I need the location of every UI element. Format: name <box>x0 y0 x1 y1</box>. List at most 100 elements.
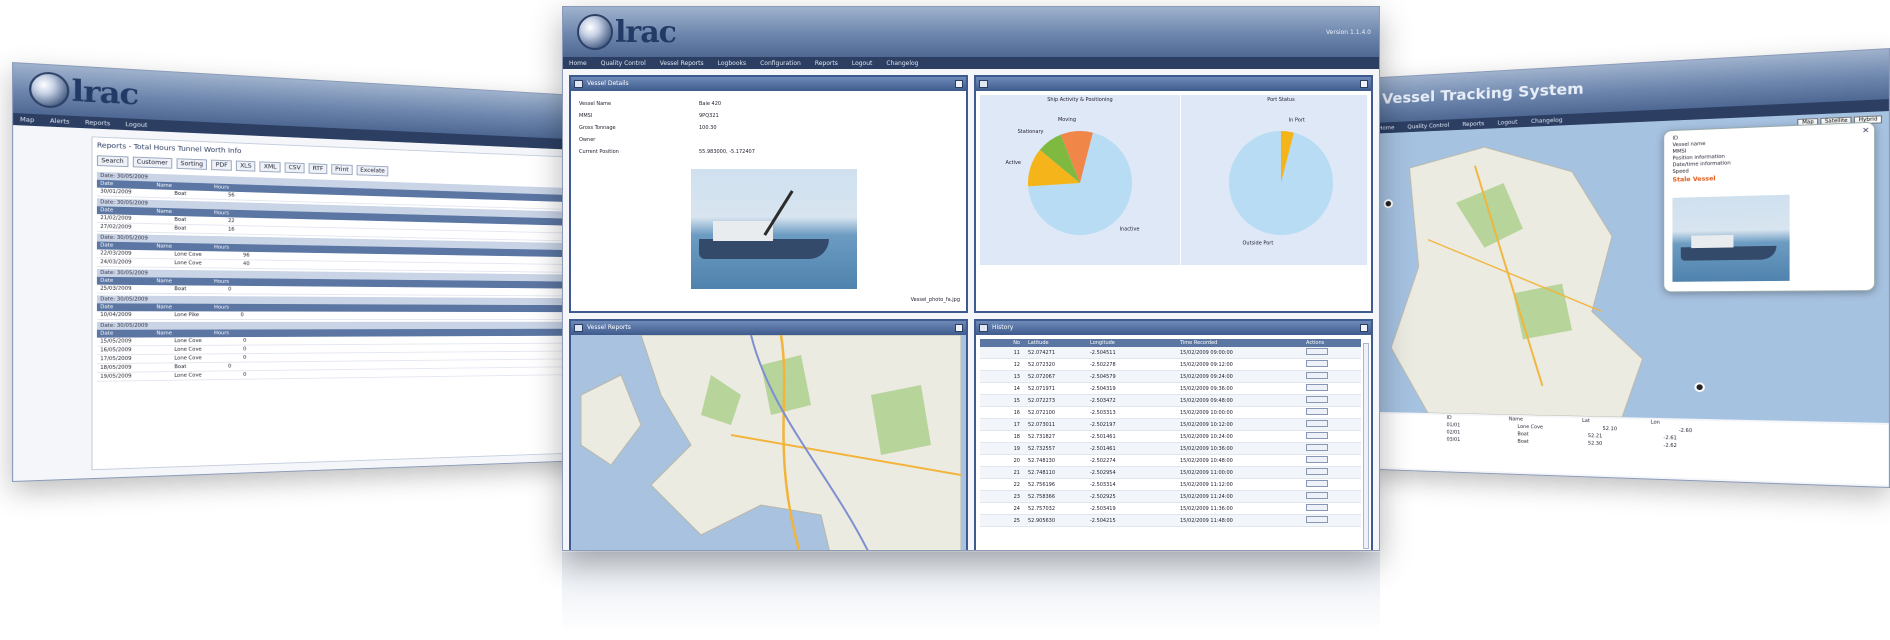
header-cell: Date <box>100 180 114 188</box>
nav-changelog[interactable]: Changelog <box>886 60 918 67</box>
table-cell: 15/02/2009 11:12:00 <box>1180 481 1233 488</box>
view-button[interactable] <box>1306 504 1328 511</box>
nav-logout[interactable]: Logout <box>125 121 147 129</box>
nav-home[interactable]: Home <box>1378 124 1394 131</box>
nav-reports[interactable]: Reports <box>85 119 110 127</box>
view-button[interactable] <box>1306 396 1328 403</box>
table-row[interactable]: 15 52.072273 -2.503472 15/02/2009 09:48:00 <box>980 395 1361 407</box>
csv-button[interactable]: CSV <box>284 162 305 174</box>
photo-filename[interactable]: Vessel_photo_fa.jpg <box>911 297 960 303</box>
nav-logbooks[interactable]: Logbooks <box>718 60 746 67</box>
maximize-icon[interactable] <box>1360 80 1368 88</box>
view-button[interactable] <box>1306 372 1328 379</box>
table-cell: 22 <box>1013 481 1020 488</box>
detail-key: Current Position <box>579 149 619 155</box>
table-cell: 14 <box>1013 385 1020 392</box>
table-row[interactable]: 24 52.757032 -2.503419 15/02/2009 11:36:00 <box>980 503 1361 515</box>
print-button[interactable]: Print <box>331 164 353 176</box>
table-row[interactable]: 13 52.072067 -2.504579 15/02/2009 09:24:00 <box>980 371 1361 383</box>
nav-quality-control[interactable]: Quality Control <box>601 60 646 67</box>
table-row[interactable]: 16 52.072100 -2.503313 15/02/2009 10:00:00 <box>980 407 1361 419</box>
nav-vessel-reports[interactable]: Vessel Reports <box>660 60 704 67</box>
view-button[interactable] <box>1306 420 1328 427</box>
search-button[interactable]: Search <box>96 155 129 168</box>
table-scrollbar[interactable] <box>1363 343 1369 549</box>
header-cell: Name <box>156 330 173 337</box>
table-cell: -2.503472 <box>1090 397 1116 404</box>
dashboard-panels: Vessel Details Vessel Name Baie 420 MMSI 9P… <box>563 69 1379 550</box>
nav-home[interactable]: Home <box>569 60 587 67</box>
col-latitude[interactable]: Latitude <box>1024 340 1086 346</box>
col-longitude[interactable]: Longitude <box>1086 340 1176 346</box>
table-row[interactable]: 25 52.905630 -2.504215 15/02/2009 11:48:00 <box>980 515 1361 527</box>
table-row[interactable]: 17 52.073011 -2.502197 15/02/2009 10:12:00 <box>980 419 1361 431</box>
table-cell: 0 <box>240 312 244 319</box>
view-button[interactable] <box>1306 360 1328 367</box>
table-row[interactable]: 22 52.756196 -2.503314 15/02/2009 11:12:00 <box>980 479 1361 491</box>
header-cell: Name <box>156 208 173 215</box>
xml-button[interactable]: XML <box>259 161 281 173</box>
nav-reports[interactable]: Reports <box>1462 120 1484 127</box>
nav-logout[interactable]: Logout <box>852 60 873 67</box>
maximize-icon[interactable] <box>1360 324 1368 332</box>
table-cell: Lone Cove <box>174 372 202 379</box>
sorting-button[interactable]: Sorting <box>176 158 208 170</box>
detail-row: MMSI 9PQ321 <box>579 113 958 119</box>
nav-reports[interactable]: Reports <box>815 60 838 67</box>
view-button[interactable] <box>1306 444 1328 451</box>
view-button[interactable] <box>1306 348 1328 355</box>
view-button[interactable] <box>1306 468 1328 475</box>
action-cell <box>1302 420 1342 429</box>
table-cell: 15/02/2009 10:24:00 <box>1180 433 1233 440</box>
header-cell: Hours <box>213 304 230 311</box>
vessel-map[interactable] <box>571 334 966 550</box>
table-row[interactable]: 20 52.748130 -2.502274 15/02/2009 10:48:00 <box>980 455 1361 467</box>
nav-configuration[interactable]: Configuration <box>760 60 801 67</box>
nav-alerts[interactable]: Alerts <box>50 117 69 125</box>
table-cell: -2.503419 <box>1090 505 1116 512</box>
table-cell: 25 <box>1013 517 1020 524</box>
table-header: No Latitude Longitude Time Recorded Acti… <box>980 339 1361 347</box>
nav-map[interactable]: Map <box>20 116 34 124</box>
table-row[interactable]: 12 52.072320 -2.502278 15/02/2009 09:12:00 <box>980 359 1361 371</box>
table-row[interactable]: 14 52.071971 -2.504319 15/02/2009 09:36:00 <box>980 383 1361 395</box>
detail-row: Current Position 55.983000, -5.172407 <box>579 149 958 155</box>
nav-logout[interactable]: Logout <box>1498 119 1518 126</box>
table-row[interactable]: 11 52.074271 -2.504511 15/02/2009 09:00:00 <box>980 347 1361 359</box>
nav-changelog[interactable]: Changelog <box>1531 117 1563 125</box>
table-row[interactable]: 21 52.748110 -2.502954 15/02/2009 11:00:00 <box>980 467 1361 479</box>
maximize-icon[interactable] <box>955 324 963 332</box>
customer-button[interactable]: Customer <box>132 156 173 169</box>
header-cell: Name <box>156 304 173 311</box>
view-button[interactable] <box>1306 408 1328 415</box>
table-cell: 15/02/2009 11:00:00 <box>1180 469 1233 476</box>
view-button[interactable] <box>1306 492 1328 499</box>
col-time[interactable]: Time Recorded <box>1176 340 1302 346</box>
close-icon[interactable]: ✕ <box>1862 126 1870 135</box>
rtf-button[interactable]: RTF <box>308 163 328 175</box>
view-button[interactable] <box>1306 384 1328 391</box>
table-cell: 15/02/2009 10:12:00 <box>1180 421 1233 428</box>
pdf-button[interactable]: PDF <box>211 159 232 171</box>
detail-row: Vessel Name Baie 420 <box>579 101 958 107</box>
table-cell: 15/05/2009 <box>100 338 132 345</box>
table-row[interactable]: 19 52.732557 -2.501461 15/02/2009 10:36:00 <box>980 443 1361 455</box>
xls-button[interactable]: XLS <box>235 160 256 172</box>
port-pie: Outside Port In Port <box>1229 117 1333 247</box>
table-cell: -2.502925 <box>1090 493 1116 500</box>
tracking-map[interactable]: Map Satellite Hybrid ✕ ID Vessel name MM… <box>1372 111 1889 423</box>
view-button[interactable] <box>1306 516 1328 523</box>
table-cell: 23 <box>1013 493 1020 500</box>
table-row[interactable]: 23 52.758366 -2.502925 15/02/2009 11:24:00 <box>980 491 1361 503</box>
pie-label: Moving <box>1058 117 1076 123</box>
vessel-marker-selected[interactable] <box>1694 382 1705 393</box>
view-button[interactable] <box>1306 456 1328 463</box>
excelate-button[interactable]: Excelate <box>356 165 389 177</box>
view-button[interactable] <box>1306 480 1328 487</box>
nav-quality-control[interactable]: Quality Control <box>1407 122 1449 130</box>
maximize-icon[interactable] <box>955 80 963 88</box>
view-button[interactable] <box>1306 432 1328 439</box>
table-row[interactable]: 18 52.731827 -2.501461 15/02/2009 10:24:00 <box>980 431 1361 443</box>
col-no[interactable]: No <box>980 340 1024 346</box>
vessel-list-table: ID Name Lat Lon 01/01 Lone Cove 52.10 -2.60 02/0… <box>1372 413 1889 485</box>
